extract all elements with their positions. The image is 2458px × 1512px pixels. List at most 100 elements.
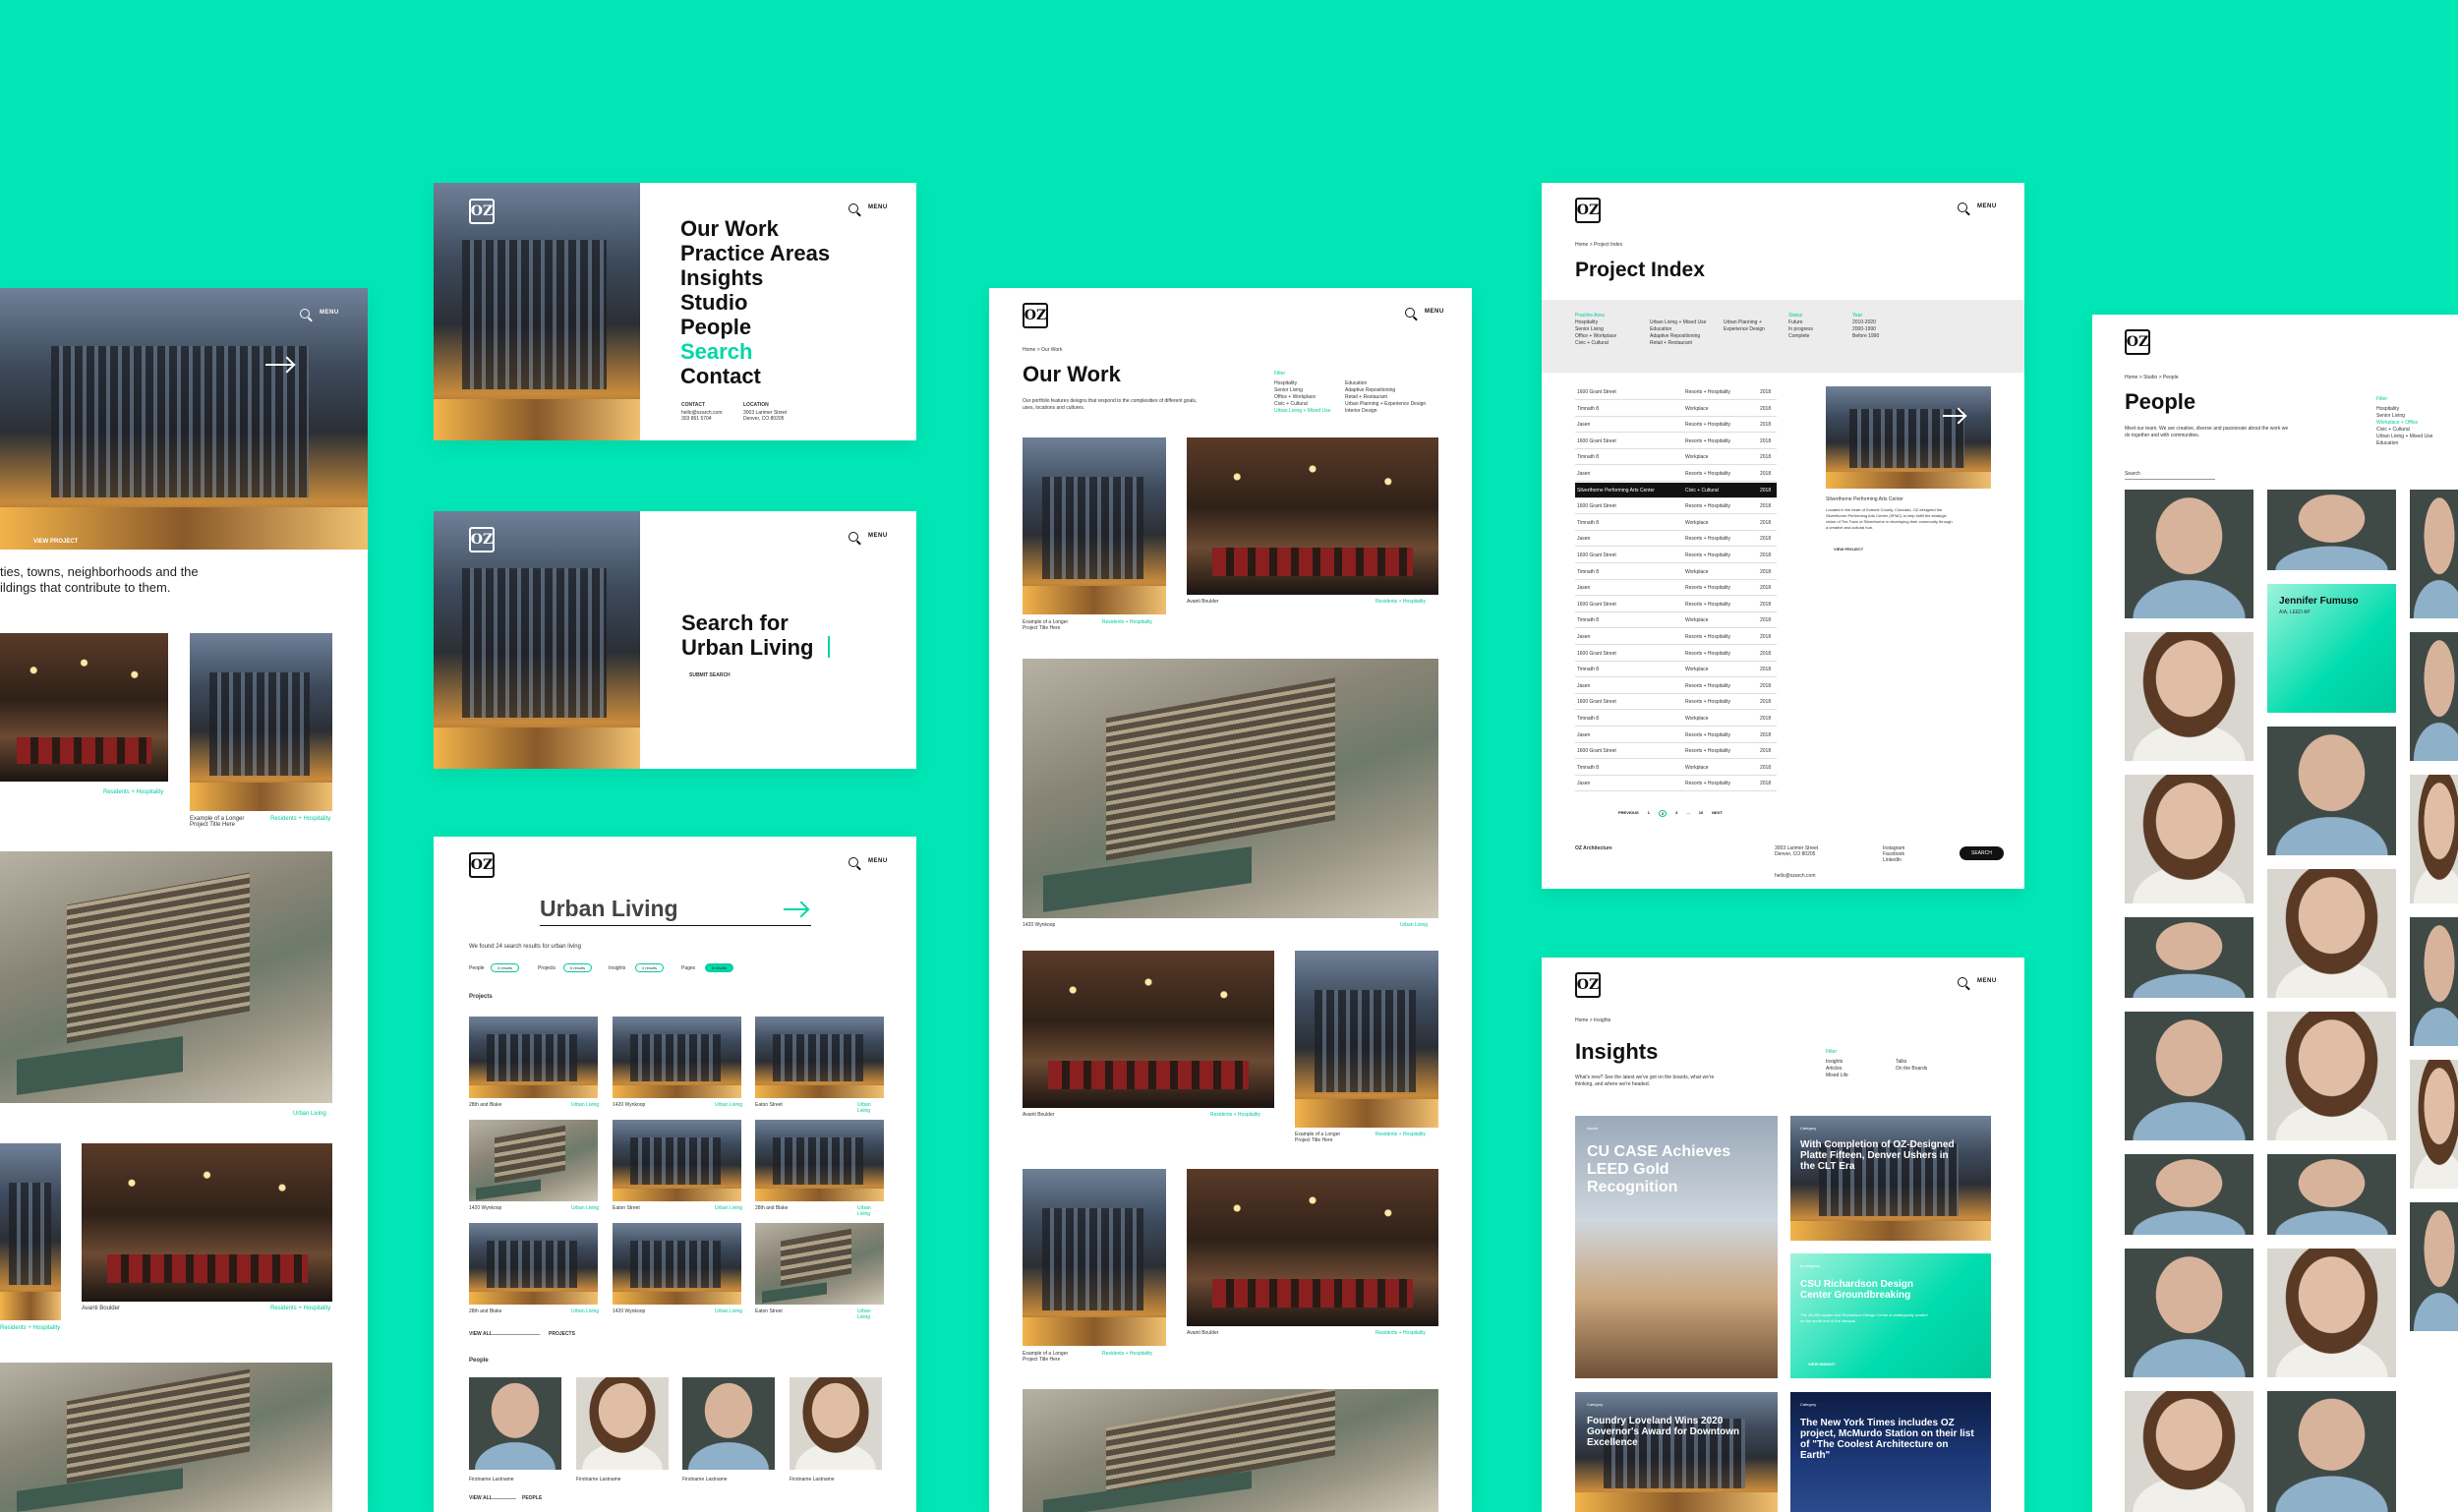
pagination-page[interactable]: 1 — [1648, 810, 1650, 817]
person-name[interactable]: Firstname Lastname — [576, 1477, 621, 1483]
menu-item-insights[interactable]: Insights — [680, 265, 830, 290]
filter-projects-chip[interactable]: 6 results — [563, 963, 593, 972]
result-image[interactable] — [469, 1223, 598, 1305]
result-tag[interactable]: Urban Living — [857, 1308, 882, 1320]
person-photo[interactable] — [469, 1377, 561, 1470]
project-image[interactable] — [1187, 1169, 1438, 1326]
preview-arrow-icon[interactable] — [1943, 415, 1964, 417]
table-row[interactable]: Timnath 8 Workplace 2018 — [1575, 760, 1777, 776]
insight-card[interactable]: Award CU CASE Achieves LEED Gold Recogni… — [1575, 1116, 1778, 1378]
project-tag[interactable]: Residents + Hospitality — [1102, 1351, 1152, 1357]
person-photo[interactable] — [2125, 1154, 2253, 1235]
project-tag[interactable]: Residents + Hospitality — [1210, 1112, 1260, 1118]
pagination-page[interactable]: 3 — [1675, 810, 1677, 817]
result-tag[interactable]: Urban Living — [571, 1205, 599, 1211]
menu-item-search[interactable]: Search — [680, 339, 830, 364]
oz-logo[interactable]: OZ — [469, 199, 495, 224]
table-row[interactable]: Timnath 8 Workplace 2018 — [1575, 662, 1777, 678]
result-tag[interactable]: Urban Living — [571, 1102, 599, 1108]
person-photo[interactable] — [2125, 1249, 2253, 1377]
search-icon[interactable] — [300, 309, 310, 319]
table-row[interactable]: Silverthorne Performing Arts Center Civic… — [1575, 482, 1777, 498]
project-image[interactable] — [1023, 951, 1274, 1108]
hero-next-arrow-icon[interactable] — [265, 364, 293, 366]
result-tag[interactable]: Urban Living — [571, 1308, 599, 1314]
project-caption[interactable]: Example of a Longer Project Title Here — [1295, 1132, 1340, 1143]
project-image[interactable] — [1023, 659, 1438, 918]
person-photo[interactable] — [2267, 1249, 2396, 1377]
search-icon[interactable] — [849, 204, 858, 213]
table-row[interactable]: Jasen Resorts + Hospitality 2018 — [1575, 776, 1777, 792]
result-image[interactable] — [755, 1120, 884, 1201]
oz-logo[interactable]: OZ — [469, 527, 495, 552]
search-heading[interactable]: Search for Urban Living — [681, 611, 813, 660]
footer-social[interactable]: Instagram Facebook LinkedIn — [1883, 845, 1904, 863]
person-photo[interactable] — [2410, 775, 2458, 903]
filter-list-1[interactable]: Hospitality Senior Living Office + Workpla… — [1274, 380, 1330, 415]
project-caption[interactable]: Avanti Boulder — [1187, 1330, 1218, 1336]
filter-practice-area-2[interactable]: Urban Living + Mixed Use Education Adaptiv… — [1650, 320, 1706, 347]
result-tag[interactable]: Urban Living — [857, 1102, 882, 1114]
project-image[interactable] — [82, 1143, 332, 1302]
person-photo[interactable] — [2267, 727, 2396, 855]
person-name[interactable]: Firstname Lastname — [682, 1477, 728, 1483]
person-photo[interactable] — [2410, 490, 2458, 618]
people-link[interactable]: PEOPLE — [522, 1495, 542, 1501]
result-tag[interactable]: Urban Living — [715, 1308, 742, 1314]
filter-list-2[interactable]: Education Adaptive Repositioning Retail + … — [1345, 380, 1426, 415]
result-image[interactable] — [613, 1017, 741, 1098]
project-tag[interactable]: Urban Living — [293, 1111, 326, 1117]
view-all-projects-link[interactable]: VIEW ALL — [469, 1331, 493, 1337]
result-tag[interactable]: Urban Living — [715, 1102, 742, 1108]
result-name[interactable]: 1420 Wynkoop — [469, 1205, 501, 1211]
result-name[interactable]: Eaton Street — [613, 1205, 640, 1211]
project-tag[interactable]: Urban Living — [1400, 922, 1428, 928]
project-tag[interactable]: Residents + Hospitality — [0, 1325, 60, 1331]
filter-year[interactable]: Year 2010-2020 2000-1990 Before 1990 — [1852, 313, 1879, 340]
result-tag[interactable]: Urban Living — [857, 1205, 882, 1217]
pagination-previous[interactable]: PREVIOUS — [1618, 810, 1639, 817]
table-row[interactable]: Timnath 8 Workplace 2018 — [1575, 564, 1777, 580]
table-row[interactable]: Timnath 8 Workplace 2018 — [1575, 612, 1777, 629]
table-row[interactable]: Jasen Resorts + Hospitality 2018 — [1575, 678, 1777, 694]
person-photo[interactable] — [2267, 1154, 2396, 1235]
search-submit-arrow-icon[interactable] — [784, 908, 807, 910]
table-row[interactable]: Jasen Resorts + Hospitality 2018 — [1575, 466, 1777, 482]
insight-card[interactable]: Category With Completion of OZ-Designed … — [1790, 1116, 1991, 1241]
result-name[interactable]: 1420 Wynkoop — [613, 1308, 645, 1314]
person-photo[interactable] — [576, 1377, 669, 1470]
project-image[interactable] — [0, 633, 168, 782]
project-caption[interactable]: Example of a Longer Project Title Here — [1023, 1351, 1068, 1363]
breadcrumb[interactable]: Home > Our Work — [1023, 347, 1062, 353]
projects-link[interactable]: PROJECTS — [549, 1331, 575, 1337]
project-tag[interactable]: Residents + Hospitality — [1375, 1132, 1426, 1137]
result-name[interactable]: 28th and Blake — [755, 1205, 788, 1211]
menu-button[interactable]: MENU — [1977, 978, 1997, 984]
result-name[interactable]: Eaton Street — [755, 1102, 783, 1108]
filter-practice-area-3[interactable]: Urban Planning + Experience Design — [1724, 320, 1765, 333]
view-all-people-link[interactable]: VIEW ALL — [469, 1495, 493, 1501]
table-row[interactable]: Jasen Resorts + Hospitality 2018 — [1575, 580, 1777, 597]
filter-pages-chip[interactable]: 6 results — [705, 963, 734, 972]
search-icon[interactable] — [1958, 203, 1967, 212]
result-name[interactable]: Eaton Street — [755, 1308, 783, 1314]
breadcrumb[interactable]: Home > Studio > People — [2125, 375, 2178, 380]
menu-button[interactable]: MENU — [868, 204, 888, 210]
oz-logo[interactable]: OZ — [469, 852, 495, 878]
menu-button[interactable]: MENU — [868, 533, 888, 539]
project-caption[interactable]: Avanti Boulder — [1023, 1112, 1054, 1118]
oz-logo[interactable]: OZ — [1575, 198, 1601, 223]
people-search-input[interactable] — [2125, 479, 2215, 480]
preview-image[interactable] — [1826, 386, 1991, 489]
filter-list-2[interactable]: Talks On the Boards — [1896, 1059, 1927, 1073]
table-row[interactable]: Timnath 8 Workplace 2018 — [1575, 449, 1777, 466]
search-icon[interactable] — [1958, 977, 1967, 987]
menu-button[interactable]: MENU — [1977, 204, 1997, 209]
project-tag[interactable]: Residents + Hospitality — [1375, 599, 1426, 605]
project-image[interactable] — [0, 1363, 332, 1512]
table-row[interactable]: 1600 Grant Street Resorts + Hospitality 20… — [1575, 548, 1777, 563]
person-photo[interactable] — [682, 1377, 775, 1470]
oz-logo[interactable]: OZ — [1023, 303, 1048, 328]
preview-view-project-link[interactable]: VIEW PROJECT — [1834, 547, 1863, 552]
person-photo[interactable] — [2410, 1060, 2458, 1189]
